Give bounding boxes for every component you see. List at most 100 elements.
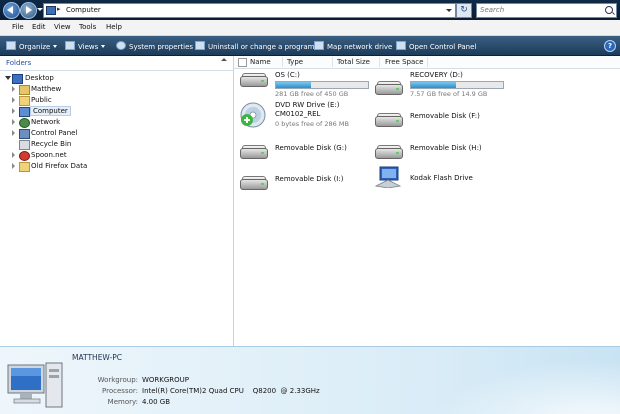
control-panel-icon bbox=[19, 129, 30, 139]
menu-bar: File Edit View Tools Help bbox=[0, 20, 620, 36]
tree-label: Recycle Bin bbox=[31, 140, 72, 148]
refresh-button[interactable]: ↻ bbox=[456, 3, 472, 18]
menu-file[interactable]: File bbox=[12, 23, 24, 31]
removable-disk-icon bbox=[239, 145, 268, 159]
tree-label: Spoon.net bbox=[31, 151, 67, 159]
desktop-icon bbox=[12, 74, 23, 84]
column-separator[interactable] bbox=[332, 57, 333, 67]
computer-icon bbox=[19, 107, 30, 117]
column-separator[interactable] bbox=[282, 57, 283, 67]
map-network-drive-button[interactable]: Map network drive bbox=[314, 41, 392, 51]
command-bar: Organize Views System properties Uninsta… bbox=[0, 36, 620, 56]
control-panel-icon bbox=[396, 41, 406, 50]
drive-name: Removable Disk (I:) bbox=[275, 175, 344, 183]
computer-name: MATTHEW-PC bbox=[72, 353, 123, 362]
drive-name: RECOVERY (D:) bbox=[410, 71, 463, 79]
column-separator[interactable] bbox=[427, 57, 428, 67]
drive-item-g[interactable]: Removable Disk (G:) bbox=[239, 143, 374, 163]
navigation-pane: Folders Desktop Matthew Public Computer … bbox=[0, 56, 234, 346]
drive-item-i[interactable]: Removable Disk (I:) bbox=[239, 174, 374, 194]
drive-item-e[interactable]: DVD RW Drive (E:) CM0102_REL 0 bytes fre… bbox=[239, 101, 374, 133]
column-header-row: Name Type Total Size Free Space bbox=[234, 56, 620, 69]
chevron-down-icon bbox=[101, 45, 106, 48]
workgroup-value: WORKGROUP bbox=[142, 376, 190, 384]
user-folder-icon bbox=[19, 85, 30, 95]
breadcrumb-computer[interactable]: Computer bbox=[66, 6, 101, 14]
tree-label: Desktop bbox=[25, 74, 54, 82]
drive-item-c[interactable]: OS (C:) 281 GB free of 450 GB bbox=[239, 71, 374, 101]
collapsed-icon[interactable] bbox=[12, 163, 15, 169]
collapsed-icon[interactable] bbox=[12, 152, 15, 158]
address-bar-region: ▸ Computer ↻ Search bbox=[0, 0, 620, 20]
search-input[interactable]: Search bbox=[476, 3, 617, 18]
search-icon[interactable] bbox=[605, 6, 613, 14]
menu-help[interactable]: Help bbox=[106, 23, 122, 31]
drive-name: Kodak Flash Drive bbox=[410, 174, 473, 182]
column-type[interactable]: Type bbox=[287, 58, 303, 66]
collapsed-icon[interactable] bbox=[12, 97, 15, 103]
workgroup-label: Workgroup: bbox=[97, 376, 138, 384]
drive-item-d[interactable]: RECOVERY (D:) 7.57 GB free of 14.9 GB bbox=[374, 71, 509, 101]
system-properties-button[interactable]: System properties bbox=[116, 41, 193, 51]
drive-item-kodak[interactable]: Kodak Flash Drive bbox=[374, 166, 509, 190]
menu-view[interactable]: View bbox=[54, 23, 71, 31]
menu-tools[interactable]: Tools bbox=[79, 23, 96, 31]
forward-arrow-icon bbox=[26, 6, 32, 14]
column-name[interactable]: Name bbox=[250, 58, 271, 66]
folders-header[interactable]: Folders bbox=[0, 56, 233, 71]
drive-usage-bar bbox=[275, 81, 369, 89]
forward-button[interactable] bbox=[20, 2, 37, 19]
breadcrumb-chevron-icon[interactable]: ▸ bbox=[57, 5, 61, 13]
address-dropdown-icon[interactable] bbox=[446, 9, 452, 12]
menu-edit[interactable]: Edit bbox=[32, 23, 46, 31]
drive-item-f[interactable]: Removable Disk (F:) bbox=[374, 111, 509, 131]
drive-free-space: 7.57 GB free of 14.9 GB bbox=[410, 90, 488, 98]
views-label: Views bbox=[78, 43, 99, 51]
computer-icon bbox=[46, 6, 56, 15]
collapsed-icon[interactable] bbox=[12, 119, 15, 125]
removable-disk-icon bbox=[239, 176, 268, 190]
network-icon bbox=[19, 118, 30, 128]
control-panel-label: Open Control Panel bbox=[409, 43, 477, 51]
memory-value: 4.00 GB bbox=[142, 398, 171, 406]
tree-label: Control Panel bbox=[31, 129, 78, 137]
removable-disk-icon bbox=[374, 145, 403, 159]
address-field[interactable]: ▸ Computer bbox=[43, 3, 456, 18]
back-button[interactable] bbox=[3, 2, 20, 19]
drive-free-space: 281 GB free of 450 GB bbox=[275, 90, 349, 98]
chevron-up-icon[interactable] bbox=[221, 58, 227, 61]
tree-label: Old Firefox Data bbox=[31, 162, 88, 170]
drive-usage-fill bbox=[411, 82, 457, 88]
organize-icon bbox=[6, 41, 16, 50]
organize-button[interactable]: Organize bbox=[6, 41, 58, 51]
expanded-icon[interactable] bbox=[5, 76, 11, 80]
open-control-panel-button[interactable]: Open Control Panel bbox=[396, 41, 476, 51]
drive-item-h[interactable]: Removable Disk (H:) bbox=[374, 143, 509, 163]
select-all-checkbox[interactable] bbox=[238, 58, 247, 67]
help-icon[interactable]: ? bbox=[604, 40, 616, 52]
processor-label: Processor: bbox=[102, 387, 138, 395]
removable-disk-icon bbox=[374, 113, 403, 127]
system-properties-icon bbox=[116, 41, 126, 50]
portable-device-icon bbox=[374, 166, 402, 188]
map-drive-label: Map network drive bbox=[327, 43, 393, 51]
collapsed-icon[interactable] bbox=[12, 108, 15, 114]
column-total-size[interactable]: Total Size bbox=[337, 58, 370, 66]
drive-usage-bar bbox=[410, 81, 504, 89]
collapsed-icon[interactable] bbox=[12, 130, 15, 136]
folder-icon bbox=[19, 162, 30, 172]
hard-drive-icon bbox=[239, 73, 268, 87]
search-placeholder: Search bbox=[480, 6, 505, 14]
views-button[interactable]: Views bbox=[65, 41, 106, 51]
spoon-icon bbox=[19, 151, 30, 161]
details-pane: MATTHEW-PC Workgroup: WORKGROUP Processo… bbox=[0, 346, 620, 414]
folders-label: Folders bbox=[6, 59, 32, 67]
drive-free-space: 0 bytes free of 286 MB bbox=[275, 120, 349, 128]
column-separator[interactable] bbox=[379, 57, 380, 67]
uninstall-program-button[interactable]: Uninstall or change a program bbox=[195, 41, 315, 51]
folder-icon bbox=[19, 96, 30, 106]
column-free-space[interactable]: Free Space bbox=[385, 58, 423, 66]
tree-label: Computer bbox=[30, 106, 71, 116]
tree-label: Matthew bbox=[31, 85, 62, 93]
collapsed-icon[interactable] bbox=[12, 86, 15, 92]
